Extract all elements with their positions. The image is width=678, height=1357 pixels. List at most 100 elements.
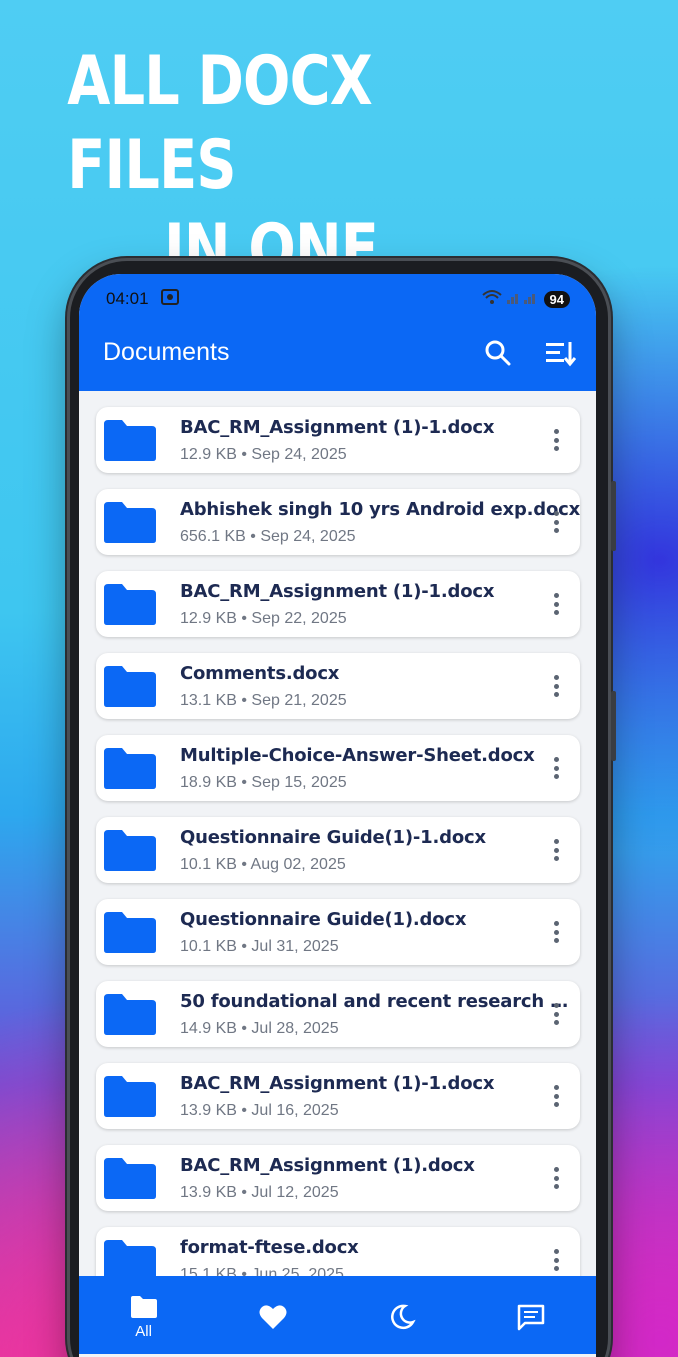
dot [553,528,559,533]
promo-line-1: ALL DOCX FILES [67,42,372,205]
file-item[interactable]: Questionnaire Guide(1).docx 10.1 KB • Jul… [96,899,580,965]
file-meta: 18.9 KB • Sep 15, 2025 [180,773,347,791]
dot [553,1085,559,1090]
dot [553,601,559,607]
file-item[interactable]: Comments.docx 13.1 KB • Sep 21, 2025 [96,653,580,719]
file-meta: 13.9 KB • Jul 12, 2025 [180,1183,339,1201]
folder-icon [104,502,156,543]
dot [553,610,559,615]
dot [553,429,559,434]
file-text: BAC_RM_Assignment (1)-1.docx 12.9 KB • Se… [180,417,580,464]
file-item[interactable]: Multiple-Choice-Answer-Sheet.docx 18.9 KB… [96,735,580,801]
file-text: BAC_RM_Assignment (1)-1.docx 12.9 KB • Se… [180,581,580,628]
more-options-button[interactable] [546,1001,566,1027]
dot [553,675,559,680]
volume-button [611,481,616,551]
file-text: Questionnaire Guide(1).docx 10.1 KB • Jul… [180,909,580,956]
page-title: Documents [103,338,230,366]
file-name: BAC_RM_Assignment (1).docx [180,1154,475,1176]
message-icon [518,1304,545,1331]
dot [553,774,559,779]
file-text: BAC_RM_Assignment (1).docx 13.9 KB • Jul … [180,1155,580,1202]
file-meta: 14.9 KB • Jul 28, 2025 [180,1019,339,1037]
file-item[interactable]: BAC_RM_Assignment (1).docx 13.9 KB • Jul … [96,1145,580,1211]
dot [553,1257,559,1263]
sort-icon [546,341,576,366]
dot [553,1102,559,1107]
more-options-button[interactable] [546,427,566,453]
battery-indicator: 94 [543,290,570,308]
nav-all[interactable]: All [99,1295,189,1340]
folder-icon [104,748,156,789]
dot [553,765,559,771]
nav-dark-mode[interactable] [357,1303,447,1331]
dot [553,1011,559,1017]
file-name: BAC_RM_Assignment (1)-1.docx [180,416,495,438]
dot [553,692,559,697]
file-meta: 10.1 KB • Aug 02, 2025 [180,855,346,873]
more-options-button[interactable] [546,673,566,699]
bottom-navigation: All [79,1276,596,1354]
file-text: Comments.docx 13.1 KB • Sep 21, 2025 [180,663,580,710]
dot [553,847,559,853]
more-options-button[interactable] [546,837,566,863]
dot [553,593,559,598]
dot [553,839,559,844]
file-text: BAC_RM_Assignment (1)-1.docx 13.9 KB • Ju… [180,1073,580,1120]
wifi-icon [481,289,502,310]
folder-icon [104,584,156,625]
dot [553,1266,559,1271]
folder-icon [104,1158,156,1199]
file-text: 50 foundational and recent research pap.… [180,991,580,1038]
file-item[interactable]: BAC_RM_Assignment (1)-1.docx 12.9 KB • Se… [96,407,580,473]
dot [553,938,559,943]
more-options-button[interactable] [546,591,566,617]
more-options-button[interactable] [546,755,566,781]
folder-icon [130,1295,157,1318]
file-meta: 13.1 KB • Sep 21, 2025 [180,691,347,709]
screenshot-icon [160,288,179,310]
nav-favorites[interactable] [228,1303,318,1331]
more-options-button[interactable] [546,1165,566,1191]
dot [553,1175,559,1181]
app-bar: Documents [79,314,596,391]
folder-icon [104,420,156,461]
file-item[interactable]: 50 foundational and recent research pap.… [96,981,580,1047]
dot [553,929,559,935]
file-name: Questionnaire Guide(1)-1.docx [180,826,486,848]
file-name: BAC_RM_Assignment (1)-1.docx [180,580,495,602]
dot [553,1020,559,1025]
file-text: Abhishek singh 10 yrs Android exp.docx 65… [180,499,580,546]
file-name: BAC_RM_Assignment (1)-1.docx [180,1072,495,1094]
more-options-button[interactable] [546,919,566,945]
nav-all-label: All [135,1322,152,1340]
dot [553,1184,559,1189]
file-item[interactable]: BAC_RM_Assignment (1)-1.docx 12.9 KB • Se… [96,571,580,637]
file-item[interactable]: Abhishek singh 10 yrs Android exp.docx 65… [96,489,580,555]
file-name: Comments.docx [180,662,340,684]
nav-feedback[interactable] [486,1303,576,1331]
sort-button[interactable] [542,335,578,371]
moon-icon [391,1304,416,1330]
more-options-button[interactable] [546,1083,566,1109]
dot [553,446,559,451]
status-time: 04:01 [106,289,149,308]
dot [553,757,559,762]
dot [553,1249,559,1254]
file-text: Multiple-Choice-Answer-Sheet.docx 18.9 KB… [180,745,580,792]
search-button[interactable] [480,335,516,371]
file-item[interactable]: Questionnaire Guide(1)-1.docx 10.1 KB • A… [96,817,580,883]
file-meta: 10.1 KB • Jul 31, 2025 [180,937,339,955]
folder-icon [104,830,156,871]
dot [553,921,559,926]
more-options-button[interactable] [546,509,566,535]
dot [553,519,559,525]
more-options-button[interactable] [546,1247,566,1273]
file-item[interactable]: BAC_RM_Assignment (1)-1.docx 13.9 KB • Ju… [96,1063,580,1129]
folder-icon [104,666,156,707]
dot [553,856,559,861]
signal-icon [506,289,540,309]
file-name: Questionnaire Guide(1).docx [180,908,467,930]
file-meta: 12.9 KB • Sep 24, 2025 [180,445,347,463]
file-name: format-ftese.docx [180,1236,359,1258]
